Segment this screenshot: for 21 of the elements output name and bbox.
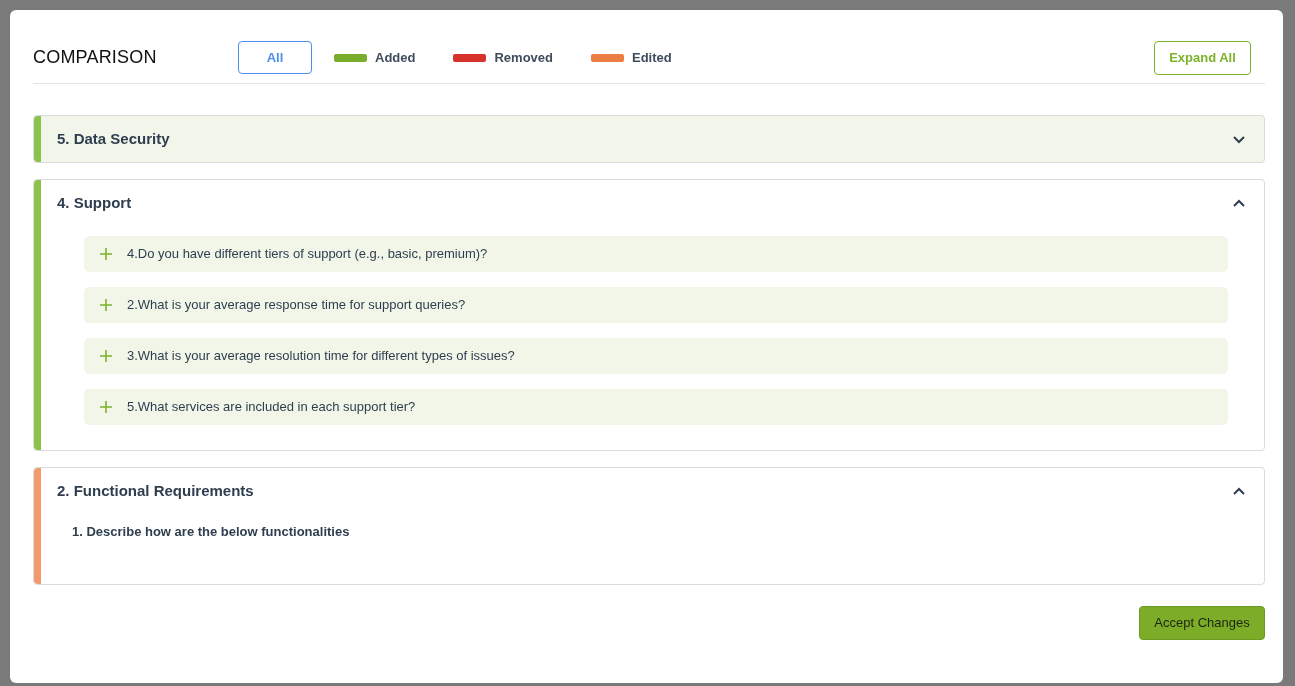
- question-row[interactable]: 3.What is your average resolution time for different types of issues?: [84, 338, 1228, 374]
- section-title[interactable]: 2. Functional Requirements: [57, 479, 254, 503]
- modal-title: COMPARISON: [33, 46, 158, 69]
- question-text: 4.Do you have different tiers of support (e.g., basic, premium)?: [127, 245, 488, 264]
- question-text: 3.What is your average resolution time for different types of issues?: [127, 347, 515, 366]
- question-text: 2.What is your average response time for support queries?: [127, 296, 466, 315]
- legend-label[interactable]: Added: [375, 47, 416, 68]
- question-row[interactable]: 5.What services are included in each support tier?: [84, 389, 1228, 425]
- accept-changes-button[interactable]: Accept Changes: [1139, 605, 1265, 640]
- plus-icon[interactable]: [100, 299, 112, 311]
- section-title[interactable]: 4. Support: [57, 191, 132, 215]
- section-title[interactable]: 5. Data Security: [57, 127, 170, 151]
- legend-label[interactable]: Removed: [494, 47, 553, 68]
- question-text: 5.What services are included in each support tier?: [127, 398, 416, 417]
- question-text: 1. Describe how are the below functionalities: [71, 523, 351, 541]
- plus-icon[interactable]: [100, 401, 112, 413]
- question-row[interactable]: 4.Do you have different tiers of support (e.g., basic, premium)?: [84, 236, 1228, 272]
- question-row[interactable]: 2.What is your average response time for support queries?: [84, 287, 1228, 323]
- plus-icon[interactable]: [100, 350, 112, 362]
- legend-label[interactable]: Edited: [632, 47, 672, 68]
- plus-icon[interactable]: [100, 248, 112, 260]
